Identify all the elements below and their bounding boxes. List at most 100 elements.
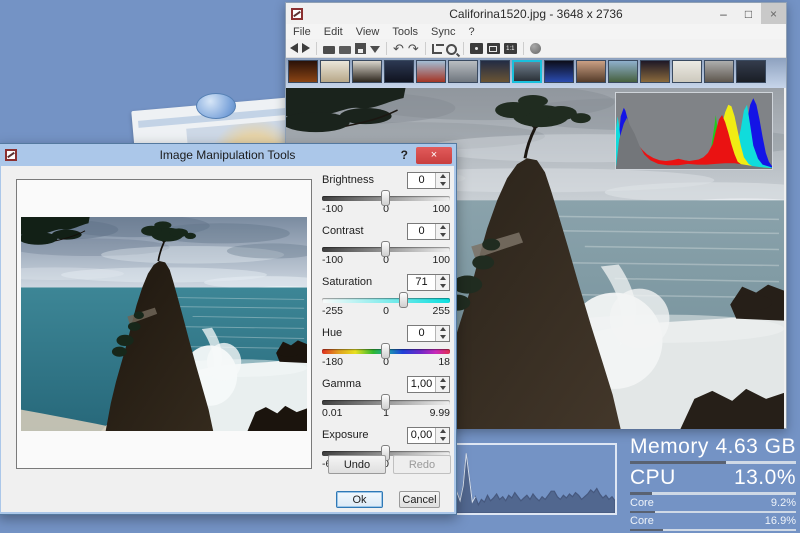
- thumbnail-lone-cypress[interactable]: [512, 60, 542, 83]
- core-bar: [630, 529, 796, 531]
- memory-bar: [630, 461, 796, 464]
- contrast-spinbox[interactable]: 0: [407, 223, 450, 240]
- spin-down-icon[interactable]: [436, 180, 449, 188]
- spin-down-icon[interactable]: [436, 384, 449, 392]
- slider-handle[interactable]: [381, 241, 390, 257]
- menu-help[interactable]: ?: [469, 26, 475, 38]
- cpu-value: 13.0%: [734, 466, 796, 490]
- dialog-close-button[interactable]: ×: [416, 147, 452, 164]
- menu-edit[interactable]: Edit: [324, 26, 343, 38]
- memory-row: Memory 4.63 GB: [630, 435, 796, 460]
- hue-spinbox[interactable]: 0: [407, 325, 450, 342]
- slideshow-button[interactable]: [470, 43, 483, 54]
- viewer-menubar: File Edit View Tools Sync ?: [286, 24, 786, 39]
- slider-handle[interactable]: [399, 292, 408, 308]
- thumbnail-sunglasses[interactable]: [576, 60, 606, 83]
- spin-down-icon[interactable]: [436, 231, 449, 239]
- thumbnail-city-edge[interactable]: [736, 60, 766, 83]
- save-button[interactable]: [355, 43, 366, 54]
- zoom-button[interactable]: [446, 44, 457, 55]
- thumbnail-city-night[interactable]: [480, 60, 510, 83]
- menu-tools[interactable]: Tools: [392, 26, 418, 38]
- toolbar-separator: [463, 42, 464, 55]
- gamma-slider[interactable]: [322, 400, 450, 405]
- spin-up-icon[interactable]: [436, 377, 449, 385]
- dialog-title: Image Manipulation Tools: [0, 148, 456, 162]
- brightness-slider[interactable]: [322, 196, 450, 201]
- rotate-left-button[interactable]: ↶: [393, 42, 404, 55]
- forward-button[interactable]: [302, 43, 310, 53]
- slider-handle[interactable]: [381, 343, 390, 359]
- dialog-body: Brightness 0 -1000100 Contrast 0 -100010…: [1, 166, 454, 512]
- spin-up-icon[interactable]: [436, 173, 449, 181]
- spin-down-icon[interactable]: [436, 282, 449, 290]
- image-manipulation-dialog: Image Manipulation Tools ? × Brightness …: [0, 143, 457, 515]
- thumbnail-golden-gate[interactable]: [416, 60, 446, 83]
- thumbnail-road[interactable]: [448, 60, 478, 83]
- rgb-histogram: [616, 94, 772, 169]
- menu-view[interactable]: View: [356, 26, 380, 38]
- toolbar-separator: [316, 42, 317, 55]
- saturation-slider[interactable]: [322, 298, 450, 303]
- thumbnail-cathedral[interactable]: [704, 60, 734, 83]
- cpu-history-graph: [446, 443, 617, 515]
- spin-down-icon[interactable]: [436, 333, 449, 341]
- core-label: Core: [630, 515, 654, 527]
- contrast-slider[interactable]: [322, 247, 450, 252]
- hue-slider[interactable]: [322, 349, 450, 354]
- fullscreen-button[interactable]: [487, 43, 500, 54]
- menu-sync[interactable]: Sync: [431, 26, 455, 38]
- web-button[interactable]: [530, 43, 541, 54]
- thumbnail-art-panel[interactable]: [320, 60, 350, 83]
- exposure-spinbox[interactable]: 0,00: [407, 427, 450, 444]
- core-bar: [630, 511, 796, 513]
- spin-up-icon[interactable]: [436, 326, 449, 334]
- maximize-button[interactable]: □: [736, 3, 761, 24]
- ok-button[interactable]: Ok: [336, 491, 383, 508]
- thumbnail-carving[interactable]: [352, 60, 382, 83]
- undo-button[interactable]: Undo: [328, 455, 386, 474]
- open-folder-button[interactable]: [339, 46, 351, 54]
- back-button[interactable]: [290, 43, 298, 53]
- actual-size-button[interactable]: 1:1: [504, 43, 517, 54]
- spin-down-icon[interactable]: [436, 435, 449, 443]
- thumbnail-night-flare[interactable]: [544, 60, 574, 83]
- core-row: Core 9.2%: [630, 497, 796, 510]
- core-value: 9.2%: [771, 497, 796, 509]
- pin-icon: [196, 93, 236, 119]
- thumbnail-fire[interactable]: [288, 60, 318, 83]
- rotate-right-button[interactable]: ↷: [408, 42, 419, 55]
- memory-value: 4.63 GB: [715, 435, 796, 459]
- saturation-spinbox[interactable]: 71: [407, 274, 450, 291]
- thumbnail-palm-street[interactable]: [608, 60, 638, 83]
- thumbnail-night-street[interactable]: [640, 60, 670, 83]
- spin-up-icon[interactable]: [436, 275, 449, 283]
- redo-button[interactable]: Redo: [393, 455, 451, 474]
- close-button[interactable]: ×: [761, 3, 786, 24]
- cancel-button[interactable]: Cancel: [399, 491, 440, 508]
- control-brightness: Brightness 0 -1000100: [322, 171, 450, 215]
- open-file-button[interactable]: [323, 46, 335, 54]
- crop-button[interactable]: [432, 44, 442, 54]
- viewer-titlebar[interactable]: Califorina1520.jpg - 3648 x 2736 – □ ×: [286, 3, 786, 24]
- gamma-spinbox[interactable]: 1,00: [407, 376, 450, 393]
- thumbnail-sketch[interactable]: [672, 60, 702, 83]
- spin-up-icon[interactable]: [436, 428, 449, 436]
- toolbar-separator: [425, 42, 426, 55]
- thumbnail-dark-arch[interactable]: [384, 60, 414, 83]
- filmstrip: [286, 58, 786, 88]
- menu-file[interactable]: File: [293, 26, 311, 38]
- slider-handle[interactable]: [381, 394, 390, 410]
- dialog-titlebar[interactable]: Image Manipulation Tools ? ×: [0, 144, 456, 166]
- filter-button[interactable]: [370, 46, 380, 53]
- control-hue: Hue 0 -180018: [322, 324, 450, 368]
- minimize-button[interactable]: –: [711, 3, 736, 24]
- spin-up-icon[interactable]: [436, 224, 449, 232]
- brightness-spinbox[interactable]: 0: [407, 172, 450, 189]
- viewer-toolbar: ↶ ↷ 1:1: [286, 39, 786, 58]
- control-saturation: Saturation 71 -2550255: [322, 273, 450, 317]
- adjustment-controls: Brightness 0 -1000100 Contrast 0 -100010…: [322, 171, 450, 477]
- memory-label: Memory: [630, 435, 709, 459]
- slider-handle[interactable]: [381, 190, 390, 206]
- help-button[interactable]: ?: [401, 148, 408, 162]
